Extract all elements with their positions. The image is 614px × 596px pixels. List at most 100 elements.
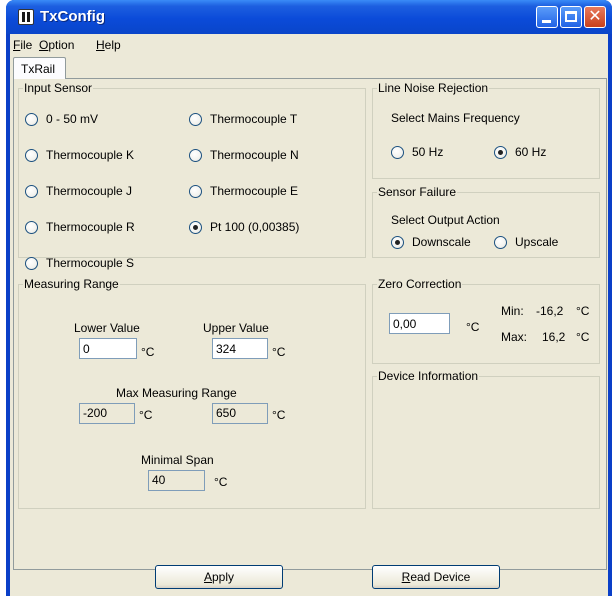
apply-button[interactable]: Apply <box>155 565 283 589</box>
minimize-icon <box>542 20 551 23</box>
menu-option[interactable]: Option <box>39 38 74 52</box>
menu-file-label: ile <box>20 38 33 52</box>
zero-max-label: Max: <box>501 330 528 344</box>
zero-max-unit: °C <box>576 330 590 344</box>
radio-indicator <box>189 148 202 162</box>
input-sensor-group: Input Sensor 0 - 50 mV Thermocouple K Th… <box>18 81 366 270</box>
menu-help-mnemonic: H <box>96 38 105 52</box>
radio-indicator <box>25 184 38 198</box>
zero-correction-input[interactable] <box>389 313 450 334</box>
radio-thermocouple-s[interactable]: Thermocouple S <box>25 256 134 270</box>
max-range-high-unit: °C <box>272 408 286 422</box>
apply-mnemonic: A <box>203 570 212 584</box>
radio-60hz[interactable]: 60 Hz <box>494 145 546 159</box>
menu-bar: File Option Help <box>10 34 608 54</box>
read-device-label: ead Device <box>410 570 471 584</box>
radio-label: Upscale <box>515 235 559 249</box>
radio-thermocouple-t[interactable]: Thermocouple T <box>189 112 297 126</box>
max-range-low-unit: °C <box>139 408 153 422</box>
menu-help-label: elp <box>104 38 121 52</box>
apply-label: pply <box>212 570 235 584</box>
sensor-failure-legend: Sensor Failure <box>378 185 457 199</box>
minimal-span-label: Minimal Span <box>141 453 214 467</box>
max-range-high-field: 650 <box>212 403 268 424</box>
radio-indicator <box>25 112 38 126</box>
radio-indicator <box>391 145 404 159</box>
sensor-failure-group: Sensor Failure Select Output Action Down… <box>372 185 600 258</box>
device-information-legend: Device Information <box>378 369 479 383</box>
tab-txrail-label: TxRail <box>21 62 56 76</box>
radio-thermocouple-j[interactable]: Thermocouple J <box>25 184 132 198</box>
zero-correction-unit: °C <box>466 320 480 334</box>
menu-help[interactable]: Help <box>96 38 121 52</box>
maximize-button[interactable] <box>560 6 582 28</box>
radio-label: Thermocouple N <box>210 148 299 162</box>
tab-txrail[interactable]: TxRail <box>13 57 66 79</box>
radio-indicator <box>494 235 507 249</box>
radio-label: 60 Hz <box>515 145 547 159</box>
mains-frequency-caption: Select Mains Frequency <box>391 111 520 125</box>
measuring-range-group: Measuring Range Lower Value °C Upper Val… <box>18 277 366 509</box>
radio-indicator <box>25 220 38 234</box>
radio-label: 50 Hz <box>412 145 444 159</box>
zero-correction-legend: Zero Correction <box>378 277 462 291</box>
radio-thermocouple-k[interactable]: Thermocouple K <box>25 148 134 162</box>
radio-indicator <box>25 148 38 162</box>
radio-thermocouple-r[interactable]: Thermocouple R <box>25 220 135 234</box>
radio-label: Thermocouple S <box>46 256 135 270</box>
tab-panel-txrail: Input Sensor 0 - 50 mV Thermocouple K Th… <box>13 78 607 589</box>
client-area: File Option Help Input Sensor 0 - 50 mV … <box>10 34 608 596</box>
close-icon: ✕ <box>588 8 602 25</box>
max-measuring-range-label: Max Measuring Range <box>116 386 237 400</box>
app-window: TxConfig ✕ File Option Help Input Sensor… <box>6 0 612 596</box>
menu-option-label: ption <box>48 38 75 52</box>
radio-indicator <box>189 184 202 198</box>
upper-value-unit: °C <box>272 345 286 359</box>
radio-downscale[interactable]: Downscale <box>391 235 471 249</box>
radio-indicator <box>189 112 202 126</box>
radio-indicator <box>494 145 507 159</box>
input-sensor-legend: Input Sensor <box>24 81 93 95</box>
minimize-button[interactable] <box>536 6 558 28</box>
radio-label: Thermocouple J <box>46 184 133 198</box>
radio-thermocouple-e[interactable]: Thermocouple E <box>189 184 298 198</box>
read-device-mnemonic: R <box>401 570 411 584</box>
radio-indicator <box>25 256 38 270</box>
radio-thermocouple-n[interactable]: Thermocouple N <box>189 148 299 162</box>
lower-value-input[interactable] <box>79 338 137 359</box>
app-icon <box>18 9 34 25</box>
radio-label: Pt 100 (0,00385) <box>210 220 300 234</box>
radio-pt100[interactable]: Pt 100 (0,00385) <box>189 220 299 234</box>
lower-value-label: Lower Value <box>74 321 140 335</box>
maximize-icon <box>565 11 577 22</box>
minimal-span-field: 40 <box>148 470 205 491</box>
read-device-button[interactable]: Read Device <box>372 565 500 589</box>
zero-min-unit: °C <box>576 304 590 318</box>
radio-label: Thermocouple T <box>210 112 298 126</box>
radio-label: Thermocouple E <box>210 184 299 198</box>
line-noise-legend: Line Noise Rejection <box>378 81 489 95</box>
title-bar[interactable]: TxConfig ✕ <box>6 0 612 34</box>
zero-max-value: 16,2 <box>542 330 566 344</box>
radio-label: Thermocouple R <box>46 220 135 234</box>
zero-min-value: -16,2 <box>536 304 564 318</box>
close-button[interactable]: ✕ <box>584 6 606 28</box>
zero-correction-group: Zero Correction °C Min: -16,2 °C Max: 16… <box>372 277 600 364</box>
radio-0-50mv[interactable]: 0 - 50 mV <box>25 112 98 126</box>
line-noise-group: Line Noise Rejection Select Mains Freque… <box>372 81 600 179</box>
upper-value-input[interactable] <box>212 338 268 359</box>
radio-upscale[interactable]: Upscale <box>494 235 558 249</box>
lower-value-unit: °C <box>141 345 155 359</box>
window-title: TxConfig <box>40 8 105 25</box>
zero-min-label: Min: <box>501 304 524 318</box>
device-information-group: Device Information <box>372 369 600 509</box>
menu-option-mnemonic: O <box>39 38 49 52</box>
radio-indicator <box>189 220 202 234</box>
radio-indicator <box>391 235 404 249</box>
radio-50hz[interactable]: 50 Hz <box>391 145 443 159</box>
minimal-span-unit: °C <box>214 475 228 489</box>
menu-file[interactable]: File <box>13 38 32 52</box>
output-action-caption: Select Output Action <box>391 213 500 227</box>
radio-label: Downscale <box>412 235 471 249</box>
upper-value-label: Upper Value <box>203 321 269 335</box>
